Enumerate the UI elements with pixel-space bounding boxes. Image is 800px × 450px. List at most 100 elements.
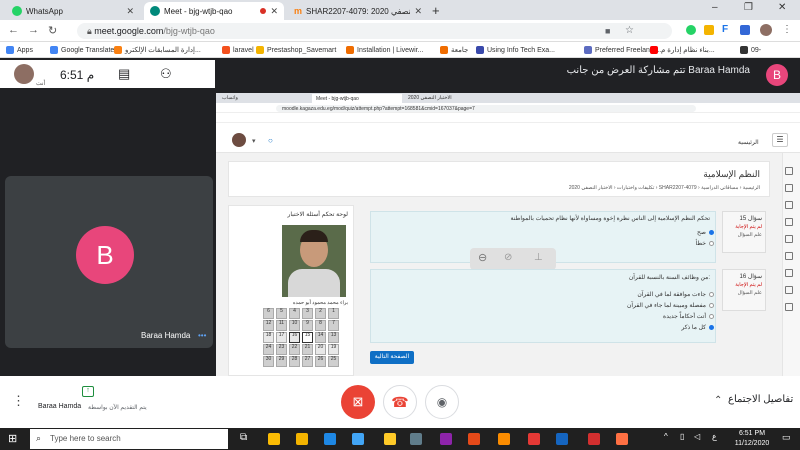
question-nav-button[interactable]: 6 xyxy=(263,308,274,319)
microphone-button[interactable]: ◉ xyxy=(425,385,459,419)
question-nav-button[interactable]: 3 xyxy=(302,308,313,319)
bookmark-item[interactable]: بناء نظام إدارة م... xyxy=(650,46,715,54)
question-nav-button[interactable]: 13 xyxy=(328,332,339,343)
tab-whatsapp[interactable]: WhatsApp ✕ xyxy=(6,2,140,20)
chevron-up-icon[interactable]: ⌃ xyxy=(714,395,722,406)
question-nav-button[interactable]: 30 xyxy=(263,356,274,367)
taskbar-time[interactable]: 6:51 PM xyxy=(730,430,774,437)
end-call-button[interactable]: ☎ xyxy=(383,385,417,419)
meeting-details-link[interactable]: تفاصيل الاجتماع xyxy=(728,394,793,405)
book-icon[interactable] xyxy=(785,286,793,294)
question-nav-button[interactable]: 18 xyxy=(263,332,274,343)
flag-question-link[interactable]: علم السؤال xyxy=(723,288,765,296)
present-icon[interactable]: ↑ xyxy=(82,386,94,397)
question-nav-button[interactable]: 22 xyxy=(289,344,300,355)
home-link[interactable]: الرئيسية xyxy=(738,139,759,146)
tab-moodle-quiz[interactable]: m SHAR2207-4079: 2020 الاختبار النصفي ✕ xyxy=(288,2,428,20)
breadcrumb-item[interactable]: مساقاتي الدراسية xyxy=(701,185,738,191)
question-nav-button[interactable]: 19 xyxy=(328,344,339,355)
firefox-icon[interactable] xyxy=(616,433,628,445)
task-view-icon[interactable]: ⧉ xyxy=(240,432,247,443)
chat-icon[interactable]: ▤ xyxy=(118,66,130,82)
dashboard-icon[interactable] xyxy=(785,184,793,192)
courses-icon[interactable] xyxy=(785,235,793,243)
back-icon[interactable]: ← xyxy=(8,24,19,36)
more-dots-icon[interactable]: ••• xyxy=(198,331,206,340)
question-nav-button[interactable]: 8 xyxy=(315,320,326,331)
question-nav-button[interactable]: 1 xyxy=(328,308,339,319)
extension-icon[interactable] xyxy=(704,25,714,35)
more-options-icon[interactable]: ⋮ xyxy=(12,393,25,409)
star-icon[interactable]: ☆ xyxy=(625,25,634,36)
breadcrumb-item[interactable]: الاختبار النصفي 2020 xyxy=(569,185,613,191)
taskbar-search[interactable]: Type here to search xyxy=(30,429,228,449)
bookmark-item[interactable]: Using Info Tech Exa... xyxy=(476,46,555,54)
windows-start-icon[interactable]: ⊞ xyxy=(8,432,17,445)
calculator-icon[interactable] xyxy=(410,433,422,445)
folder-icon[interactable] xyxy=(384,433,396,445)
extension-icon[interactable] xyxy=(740,25,750,35)
question-nav-button[interactable]: 5 xyxy=(276,308,287,319)
volume-icon[interactable]: ◁ xyxy=(694,432,700,441)
new-tab-button[interactable]: + xyxy=(432,3,440,18)
minimize-button[interactable]: – xyxy=(712,2,718,13)
question-nav-button[interactable]: 16 xyxy=(289,332,300,343)
list-icon[interactable] xyxy=(785,269,793,277)
question-nav-button[interactable]: 24 xyxy=(263,344,274,355)
question-nav-button[interactable]: 29 xyxy=(276,356,287,367)
chevron-down-icon[interactable]: ▾ xyxy=(252,137,256,145)
pin-icon[interactable]: ⊥ xyxy=(534,252,543,263)
bookmark-item[interactable]: 09- xyxy=(740,46,761,54)
ie-icon[interactable] xyxy=(324,433,336,445)
close-icon[interactable]: ✕ xyxy=(414,6,422,17)
people-icon[interactable]: ⚇ xyxy=(160,66,172,82)
language-indicator[interactable]: ع xyxy=(712,432,717,441)
bookmark-item[interactable]: Apps xyxy=(6,46,33,54)
bookmark-item[interactable]: إدارة المسابقات الإلكترو... xyxy=(114,46,201,54)
breadcrumb-item[interactable]: الرئيسية xyxy=(743,185,760,191)
reload-icon[interactable]: ↻ xyxy=(48,24,57,37)
close-icon[interactable]: ✕ xyxy=(126,6,134,17)
file-explorer-icon[interactable] xyxy=(296,433,308,445)
camera-icon[interactable]: ■ xyxy=(605,26,610,36)
question-nav-button[interactable]: 11 xyxy=(276,320,287,331)
jetbrains-icon[interactable] xyxy=(440,433,452,445)
word-icon[interactable] xyxy=(556,433,568,445)
question-nav-button[interactable]: 14 xyxy=(315,332,326,343)
tray-chevron-icon[interactable]: ^ xyxy=(664,432,668,441)
question-nav-button[interactable]: 28 xyxy=(289,356,300,367)
flag-question-link[interactable]: علم السؤال xyxy=(723,230,765,238)
address-bar[interactable]: 🔒︎ meet.google.com/bjg-wtjb-qao xyxy=(77,23,672,39)
opera-icon[interactable] xyxy=(528,433,540,445)
home-icon[interactable] xyxy=(785,167,793,175)
question-nav-button[interactable]: 9 xyxy=(302,320,313,331)
radio-option-selected[interactable] xyxy=(709,325,714,330)
question-nav-button[interactable]: 20 xyxy=(315,344,326,355)
radio-option[interactable] xyxy=(709,303,714,308)
tab-meet[interactable]: Meet - bjg-wtjb-qao ✕ xyxy=(144,2,284,20)
next-page-button[interactable]: الصفحة التالية xyxy=(370,351,414,364)
taskbar-date[interactable]: 11/12/2020 xyxy=(730,440,774,447)
radio-option[interactable] xyxy=(709,292,714,297)
store-icon[interactable] xyxy=(352,433,364,445)
question-nav-button[interactable]: 15 xyxy=(302,332,313,343)
hide-icon[interactable]: ⊘ xyxy=(504,252,512,263)
bookmark-item[interactable]: جامعة xyxy=(440,46,468,54)
radio-true[interactable] xyxy=(709,230,714,235)
question-nav-button[interactable]: 17 xyxy=(276,332,287,343)
question-nav-button[interactable]: 23 xyxy=(276,344,287,355)
extension-icon[interactable]: F xyxy=(722,24,728,35)
extension-icon[interactable] xyxy=(686,25,696,35)
bookmark-item[interactable]: Google Translate xyxy=(50,46,114,54)
question-nav-button[interactable]: 21 xyxy=(302,344,313,355)
question-nav-button[interactable]: 25 xyxy=(328,356,339,367)
maximize-button[interactable]: ❐ xyxy=(744,2,753,13)
pdf-icon[interactable] xyxy=(588,433,600,445)
xampp-icon[interactable] xyxy=(498,433,510,445)
grid-icon[interactable] xyxy=(785,252,793,260)
bookmark-item[interactable]: Installation | Livewir... xyxy=(346,46,423,54)
breadcrumb-item[interactable]: SHAR2207-4079 xyxy=(659,185,697,191)
question-nav-button[interactable]: 12 xyxy=(263,320,274,331)
question-nav-button[interactable]: 4 xyxy=(289,308,300,319)
radio-false[interactable] xyxy=(709,241,714,246)
